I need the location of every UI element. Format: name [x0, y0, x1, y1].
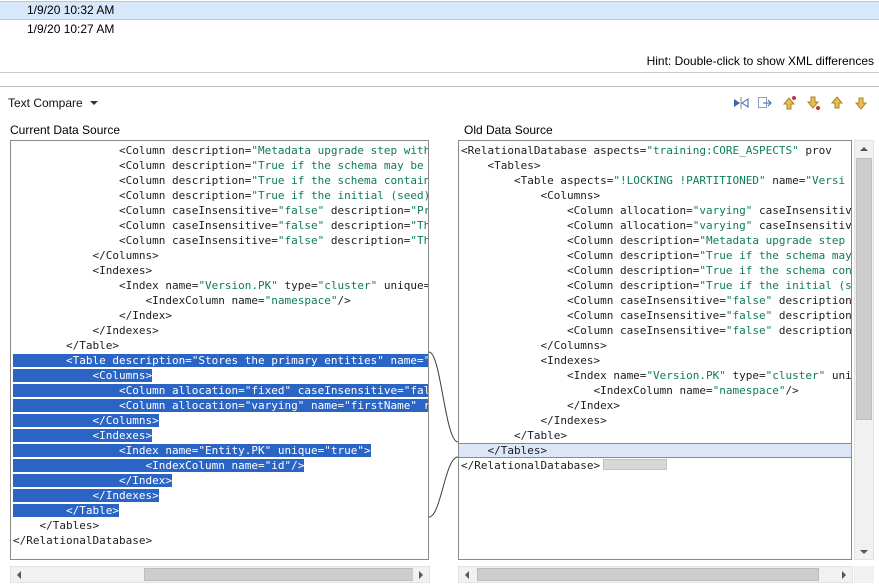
- code-line[interactable]: <Indexes>: [13, 428, 428, 443]
- insertion-placeholder: [603, 459, 667, 470]
- diff-connector-lines: [429, 140, 458, 560]
- code-line[interactable]: <Column caseInsensitive="false" descript…: [461, 323, 851, 338]
- code-line[interactable]: <Index name="Version.PK" type="cluster" …: [461, 368, 851, 383]
- code-line[interactable]: <IndexColumn name="id"/>: [13, 458, 428, 473]
- code-line[interactable]: <Table description="Stores the primary e…: [13, 353, 428, 368]
- code-line[interactable]: <Column description="True if the schema …: [13, 158, 428, 173]
- divider: [0, 72, 879, 73]
- code-line[interactable]: </Columns>: [13, 413, 428, 428]
- right-horizontal-scrollbar[interactable]: [458, 566, 853, 583]
- left-horizontal-scrollbar[interactable]: [10, 566, 430, 583]
- code-line[interactable]: </RelationalDatabase>: [13, 533, 428, 548]
- code-line[interactable]: </Index>: [461, 398, 851, 413]
- code-line[interactable]: </Indexes>: [13, 488, 428, 503]
- code-line[interactable]: <Column description="True if the schema …: [13, 173, 428, 188]
- code-line[interactable]: </Indexes>: [13, 323, 428, 338]
- code-line[interactable]: </Columns>: [13, 248, 428, 263]
- code-line[interactable]: <Column caseInsensitive="false" descript…: [13, 233, 428, 248]
- code-line[interactable]: <Column allocation="varying" caseInsensi…: [461, 218, 851, 233]
- code-line[interactable]: </Table>: [461, 428, 851, 443]
- scrollbar-thumb[interactable]: [856, 158, 872, 420]
- code-line[interactable]: <Columns>: [461, 188, 851, 203]
- left-pane-title: Current Data Source: [10, 123, 120, 137]
- compare-toolbar: Text Compare: [0, 88, 879, 118]
- scrollbar-thumb[interactable]: [477, 568, 819, 581]
- history-row[interactable]: 1/9/20 10:27 AM: [0, 20, 879, 39]
- next-difference-icon[interactable]: [802, 94, 823, 112]
- code-line[interactable]: <Column description="Metadata upgrade st…: [13, 143, 428, 158]
- scroll-down-button[interactable]: [856, 544, 872, 559]
- code-line[interactable]: </Tables>: [459, 443, 851, 458]
- text-compare-dropdown[interactable]: Text Compare: [8, 96, 98, 110]
- scroll-left-button[interactable]: [11, 567, 27, 582]
- code-line[interactable]: <Indexes>: [13, 263, 428, 278]
- code-line[interactable]: <Columns>: [13, 368, 428, 383]
- code-line[interactable]: <Column allocation="fixed" caseInsensiti…: [13, 383, 428, 398]
- old-data-source-pane[interactable]: <RelationalDatabase aspects="training:CO…: [458, 140, 852, 560]
- code-line[interactable]: </Table>: [13, 338, 428, 353]
- code-line[interactable]: <Column description="True if the schema …: [461, 263, 851, 278]
- scroll-up-button[interactable]: [856, 141, 872, 156]
- code-line[interactable]: <IndexColumn name="namespace"/>: [13, 293, 428, 308]
- divider: [0, 86, 879, 87]
- code-line[interactable]: <Column caseInsensitive="false" descript…: [13, 203, 428, 218]
- hint-text: Hint: Double-click to show XML differenc…: [647, 54, 874, 68]
- code-line[interactable]: </RelationalDatabase>: [461, 458, 851, 473]
- code-line[interactable]: <Tables>: [461, 158, 851, 173]
- code-line[interactable]: <Column caseInsensitive="false" descript…: [13, 218, 428, 233]
- arrow-right-icon: [419, 571, 427, 579]
- code-line[interactable]: <Column allocation="varying" name="first…: [13, 398, 428, 413]
- scroll-right-button[interactable]: [413, 567, 429, 582]
- code-line[interactable]: </Index>: [13, 473, 428, 488]
- arrow-left-icon: [461, 571, 469, 579]
- scroll-left-button[interactable]: [459, 567, 475, 582]
- code-line[interactable]: <Index name="Version.PK" type="cluster" …: [13, 278, 428, 293]
- current-data-source-pane[interactable]: <Column description="Metadata upgrade st…: [10, 140, 429, 560]
- code-line[interactable]: </Index>: [13, 308, 428, 323]
- code-line[interactable]: <Column caseInsensitive="false" descript…: [461, 293, 851, 308]
- code-line[interactable]: </Indexes>: [461, 413, 851, 428]
- chevron-down-icon: [90, 101, 98, 109]
- code-line[interactable]: <Index name="Entity.PK" unique="true">: [13, 443, 428, 458]
- scroll-right-button[interactable]: [836, 567, 852, 582]
- code-line[interactable]: <Column description="True if the initial…: [461, 278, 851, 293]
- code-line[interactable]: <Column description="True if the initial…: [13, 188, 428, 203]
- history-list: 1/9/20 10:32 AM1/9/20 10:27 AM: [0, 1, 879, 39]
- code-line[interactable]: <Column description="True if the schema …: [461, 248, 851, 263]
- arrow-up-icon: [860, 143, 868, 151]
- history-row[interactable]: 1/9/20 10:32 AM: [0, 1, 879, 20]
- switch-direction-icon[interactable]: [730, 94, 751, 112]
- code-line[interactable]: </Tables>: [13, 518, 428, 533]
- code-line[interactable]: <Table aspects="!LOCKING !PARTITIONED" n…: [461, 173, 851, 188]
- code-line[interactable]: <IndexColumn name="namespace"/>: [461, 383, 851, 398]
- code-line[interactable]: <Column allocation="varying" caseInsensi…: [461, 203, 851, 218]
- arrow-right-icon: [842, 571, 850, 579]
- next-change-icon[interactable]: [850, 94, 871, 112]
- arrow-left-icon: [13, 571, 21, 579]
- arrow-down-icon: [860, 550, 868, 558]
- right-pane-title: Old Data Source: [464, 123, 553, 137]
- toolbar-icons: [727, 94, 871, 112]
- previous-change-icon[interactable]: [826, 94, 847, 112]
- vertical-scrollbar[interactable]: [854, 140, 874, 560]
- code-line[interactable]: <RelationalDatabase aspects="training:CO…: [461, 143, 851, 158]
- code-line[interactable]: <Indexes>: [461, 353, 851, 368]
- scrollbar-corner: [854, 566, 874, 583]
- code-line[interactable]: </Columns>: [461, 338, 851, 353]
- code-line[interactable]: <Column caseInsensitive="false" descript…: [461, 308, 851, 323]
- scrollbar-thumb[interactable]: [144, 568, 414, 581]
- copy-all-right-icon[interactable]: [754, 94, 775, 112]
- code-line[interactable]: <Column description="Metadata upgrade st…: [461, 233, 851, 248]
- text-compare-label: Text Compare: [8, 96, 83, 110]
- previous-difference-icon[interactable]: [778, 94, 799, 112]
- code-line[interactable]: </Table>: [13, 503, 428, 518]
